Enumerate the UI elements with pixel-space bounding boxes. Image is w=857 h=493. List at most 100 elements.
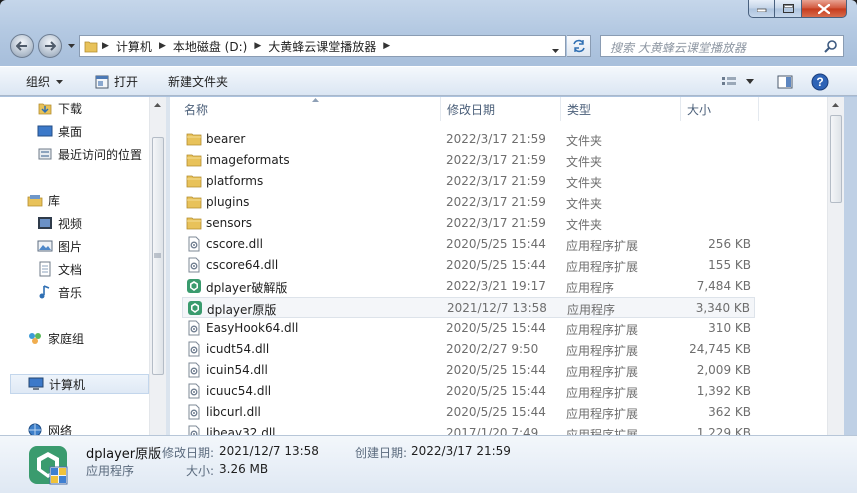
- search-input[interactable]: 搜索 大黄蜂云课堂播放器: [610, 39, 746, 56]
- file-name: icuin54.dll: [206, 363, 268, 377]
- address-history-dropdown[interactable]: [552, 42, 559, 56]
- file-name: imageformats: [206, 153, 290, 167]
- open-label: 打开: [114, 75, 139, 89]
- organize-button[interactable]: 组织: [26, 67, 64, 96]
- scroll-up-icon[interactable]: [832, 103, 839, 107]
- file-row[interactable]: libeay32.dll 2017/1/20 7:49 应用程序扩展 1,229 KB: [182, 423, 755, 435]
- nav-item-label: 计算机: [49, 377, 86, 392]
- column-header-date[interactable]: 修改日期: [441, 97, 561, 121]
- file-type: 应用程序: [566, 281, 615, 295]
- file-row[interactable]: bearer 2022/3/17 21:59 文件夹: [182, 129, 755, 150]
- videos-icon: [37, 215, 53, 231]
- network-icon: [27, 422, 43, 435]
- app-icon: [187, 300, 203, 316]
- nav-item-recent-places[interactable]: 最近访问的位置: [37, 144, 166, 164]
- file-row[interactable]: sensors 2022/3/17 21:59 文件夹: [182, 213, 755, 234]
- computer-icon: [28, 376, 44, 392]
- help-button[interactable]: ?: [811, 67, 829, 96]
- file-row[interactable]: libcurl.dll 2020/5/25 15:44 应用程序扩展 362 KB: [182, 402, 755, 423]
- nav-item-desktop[interactable]: 桌面: [37, 121, 166, 141]
- forward-button[interactable]: [38, 34, 62, 58]
- pictures-icon: [37, 238, 53, 254]
- file-size: 24,745 KB: [689, 342, 751, 356]
- recent-pages-dropdown[interactable]: [66, 41, 76, 51]
- file-size: 155 KB: [708, 258, 751, 272]
- open-icon: [95, 75, 109, 88]
- file-type: 文件夹: [566, 218, 603, 232]
- file-row[interactable]: imageformats 2022/3/17 21:59 文件夹: [182, 150, 755, 171]
- file-date: 2022/3/17 21:59: [446, 132, 546, 146]
- nav-item-label: 图片: [58, 239, 83, 254]
- breadcrumb-separator[interactable]: ▶: [379, 41, 394, 51]
- search-box[interactable]: 搜索 大黄蜂云课堂播放器: [600, 35, 844, 57]
- file-name: dplayer破解版: [206, 281, 288, 295]
- breadcrumb-current-folder[interactable]: 大黄蜂云课堂播放器: [265, 36, 379, 56]
- close-button[interactable]: [802, 0, 847, 18]
- minimize-button[interactable]: [748, 0, 775, 18]
- file-row[interactable]: icuin54.dll 2020/5/25 15:44 应用程序扩展 2,009 KB: [182, 360, 755, 381]
- file-row[interactable]: cscore.dll 2020/5/25 15:44 应用程序扩展 256 KB: [182, 234, 755, 255]
- file-name: platforms: [206, 174, 264, 188]
- dll-icon: [186, 257, 202, 273]
- nav-item-videos[interactable]: 视频: [37, 213, 166, 233]
- breadcrumb-separator[interactable]: ▶: [250, 41, 265, 51]
- nav-item-network[interactable]: 网络: [27, 420, 166, 435]
- file-list-scroll-thumb[interactable]: [830, 115, 842, 203]
- details-pane: dplayer原版 修改日期: 2021/12/7 13:58 创建日期: 20…: [0, 435, 857, 493]
- preview-pane-icon: [777, 75, 793, 88]
- chevron-down-icon: [746, 79, 754, 84]
- breadcrumb-computer[interactable]: 计算机: [113, 36, 155, 56]
- column-header-type[interactable]: 类型: [561, 97, 681, 121]
- maximize-button[interactable]: [775, 0, 802, 18]
- file-size: 1,229 KB: [696, 426, 751, 435]
- file-name: icudt54.dll: [206, 342, 270, 356]
- file-row[interactable]: EasyHook64.dll 2020/5/25 15:44 应用程序扩展 310 K…: [182, 318, 755, 339]
- change-view-button[interactable]: [721, 67, 737, 96]
- search-icon[interactable]: [824, 39, 838, 56]
- breadcrumb-drive-d[interactable]: 本地磁盘 (D:): [170, 36, 250, 56]
- file-row[interactable]: icudt54.dll 2020/2/27 9:50 应用程序扩展 24,745 KB: [182, 339, 755, 360]
- scroll-grip-icon: [154, 253, 161, 258]
- view-dropdown-button[interactable]: [746, 67, 754, 96]
- file-list-scrollbar[interactable]: [827, 97, 844, 435]
- chevron-down-icon: [552, 49, 559, 53]
- file-name: bearer: [206, 132, 246, 146]
- new-folder-label: 新建文件夹: [168, 75, 229, 89]
- nav-item-homegroup[interactable]: 家庭组: [27, 328, 166, 348]
- address-bar[interactable]: ▶ 计算机 ▶ 本地磁盘 (D:) ▶ 大黄蜂云课堂播放器 ▶: [79, 35, 566, 57]
- folder-icon: [186, 194, 202, 210]
- back-button[interactable]: [10, 34, 34, 58]
- open-button[interactable]: 打开: [95, 67, 138, 96]
- nav-item-documents[interactable]: 文档: [37, 259, 166, 279]
- nav-item-label: 最近访问的位置: [58, 147, 143, 162]
- file-row[interactable]: platforms 2022/3/17 21:59 文件夹: [182, 171, 755, 192]
- nav-item-libraries[interactable]: 库: [27, 190, 166, 210]
- new-folder-button[interactable]: 新建文件夹: [168, 67, 228, 96]
- file-size: 362 KB: [708, 405, 751, 419]
- preview-pane-button[interactable]: [777, 67, 793, 96]
- scroll-up-icon[interactable]: [154, 103, 161, 107]
- refresh-button[interactable]: [567, 35, 591, 57]
- file-type: 应用程序扩展: [566, 239, 639, 253]
- nav-item-downloads[interactable]: 下载: [37, 98, 166, 118]
- file-row[interactable]: icuuc54.dll 2020/5/25 15:44 应用程序扩展 1,392 KB: [182, 381, 755, 402]
- file-date: 2020/5/25 15:44: [446, 363, 546, 377]
- file-row[interactable]: plugins 2022/3/17 21:59 文件夹: [182, 192, 755, 213]
- column-header-size[interactable]: 大小: [681, 97, 759, 121]
- file-row[interactable]: dplayer破解版 2022/3/21 19:17 应用程序 7,484 KB: [182, 276, 755, 297]
- file-type: 应用程序扩展: [566, 365, 639, 379]
- file-name: cscore64.dll: [206, 258, 279, 272]
- breadcrumb-separator[interactable]: ▶: [155, 41, 170, 51]
- nav-item-music[interactable]: 音乐: [37, 282, 166, 302]
- column-header-name[interactable]: 名称: [178, 97, 441, 121]
- navigation-scrollbar[interactable]: [149, 97, 166, 435]
- nav-item-computer[interactable]: 计算机: [10, 374, 149, 394]
- details-size-value: 3.26 MB: [219, 462, 269, 476]
- nav-item-label: 家庭组: [48, 331, 85, 346]
- file-row[interactable]: dplayer原版 2021/12/7 13:58 应用程序 3,340 KB: [182, 297, 755, 318]
- documents-icon: [37, 261, 53, 277]
- nav-item-pictures[interactable]: 图片: [37, 236, 166, 256]
- back-arrow-icon: [16, 41, 27, 51]
- nav-item-label: 下载: [58, 101, 83, 116]
- file-row[interactable]: cscore64.dll 2020/5/25 15:44 应用程序扩展 155 KB: [182, 255, 755, 276]
